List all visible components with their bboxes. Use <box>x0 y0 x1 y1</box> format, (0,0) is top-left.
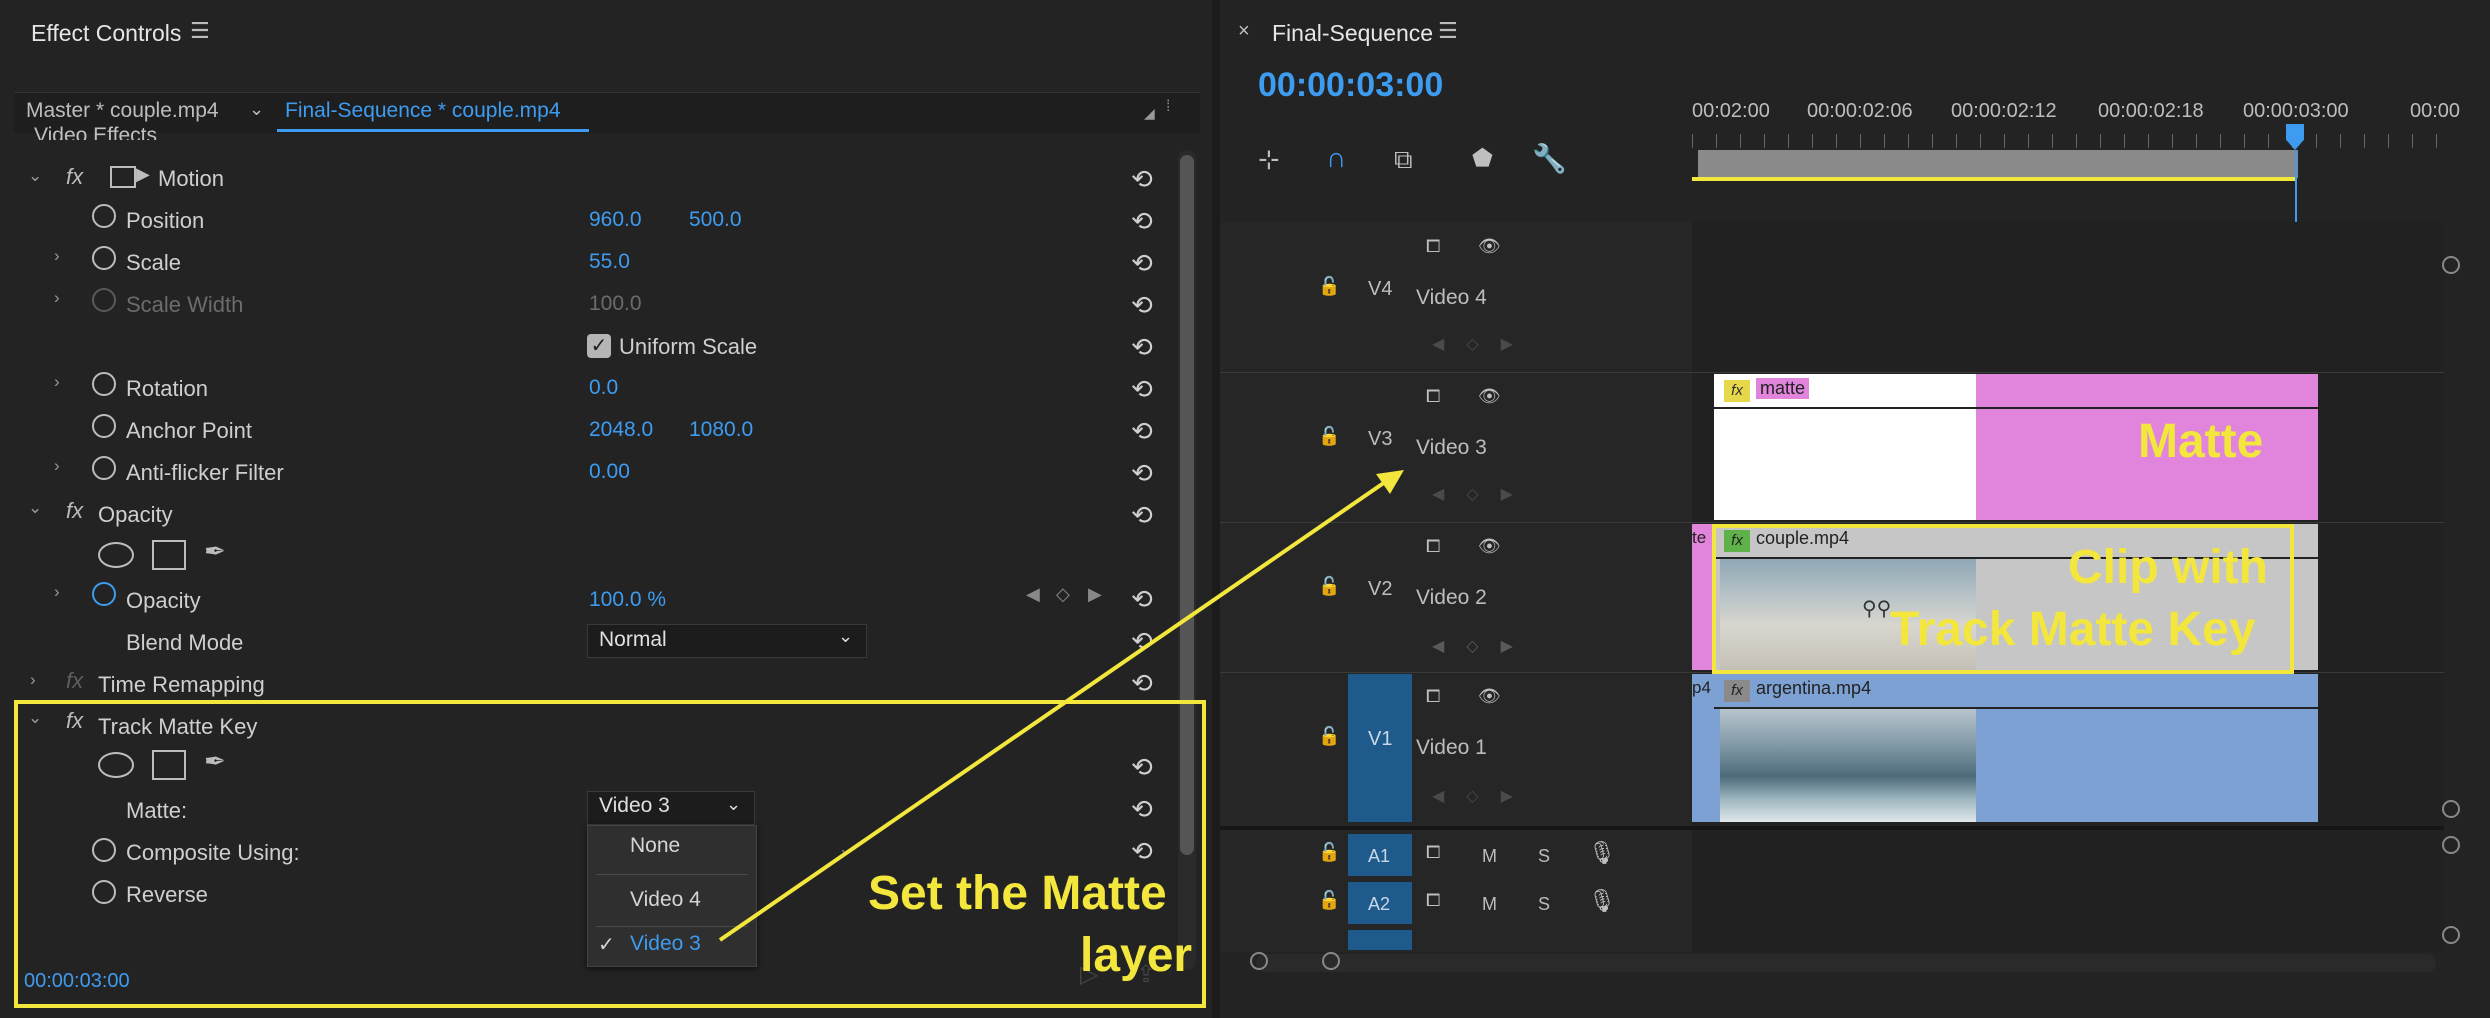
annotation-matte: Matte <box>2138 415 2264 468</box>
annotation-set-line2: layer <box>1080 929 1193 982</box>
annotation-clip-line2: Track Matte Key <box>1890 603 2256 656</box>
annotation-clip-line1: Clip with <box>2068 541 2268 594</box>
annotation-set-line1: Set the Matte <box>868 867 1167 920</box>
annotation-arrow <box>718 470 1404 942</box>
